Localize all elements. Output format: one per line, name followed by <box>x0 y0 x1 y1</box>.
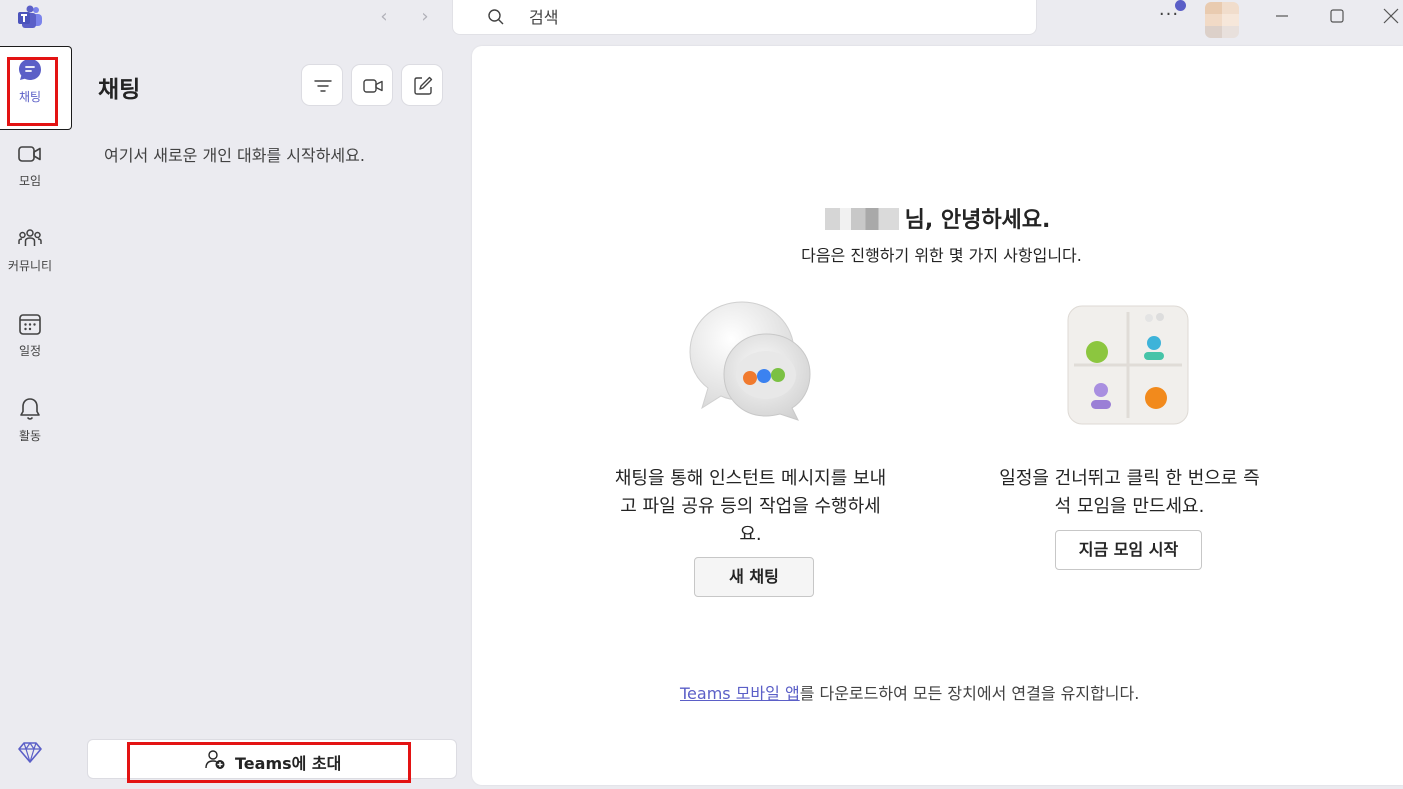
search-icon <box>488 9 504 25</box>
rail-label: 모임 <box>18 174 42 188</box>
community-icon <box>18 229 42 246</box>
app-rail: 채팅 모임 커뮤니티 일정 활동 <box>0 36 72 789</box>
search-input[interactable] <box>529 5 1009 29</box>
chat-card-line: 요. <box>739 524 762 545</box>
meet-now-cta-button[interactable]: 지금 모임 시작 <box>1055 530 1202 570</box>
rail-item-meetings[interactable]: 모임 <box>0 131 72 215</box>
new-chat-button[interactable] <box>401 64 443 106</box>
teams-logo-icon[interactable] <box>17 5 43 29</box>
subtitle: 다음은 진행하기 위한 몇 가지 사항입니다. <box>801 246 1082 265</box>
mobile-app-link[interactable]: Teams 모바일 앱 <box>680 684 800 703</box>
pane-title: 채팅 <box>98 77 141 103</box>
avatar[interactable] <box>1205 2 1239 38</box>
title-bar: ‹ › ··· <box>0 0 1403 38</box>
minimize-icon[interactable] <box>1267 4 1297 28</box>
rail-label: 채팅 <box>18 90 42 104</box>
close-icon[interactable] <box>1376 4 1403 28</box>
rail-label: 일정 <box>18 344 42 358</box>
greeting-text: 님, 안녕하세요. <box>904 208 1051 233</box>
redacted-user-name <box>824 208 899 230</box>
chat-card-description: 채팅을 통해 인스턴트 메시지를 보내 고 파일 공유 등의 작업을 수행하세 … <box>582 465 919 549</box>
rail-item-calendar[interactable]: 일정 <box>0 301 72 385</box>
chat-card-line: 고 파일 공유 등의 작업을 수행하세 <box>620 496 881 517</box>
mobile-app-note: Teams 모바일 앱를 다운로드하여 모든 장치에서 연결을 유지합니다. <box>680 680 1139 704</box>
chat-icon <box>19 59 41 80</box>
add-person-icon <box>205 750 225 769</box>
calendar-icon <box>19 314 41 335</box>
chat-card-line: 채팅을 통해 인스턴트 메시지를 보내 <box>614 468 887 489</box>
chat-list-pane: 채팅 여기서 새로운 개인 대화를 시작하세요. Teams에 초대 <box>72 36 470 789</box>
rail-item-activity[interactable]: 활동 <box>0 386 72 470</box>
meeting-card-line: 석 모임을 만드세요. <box>1054 496 1205 517</box>
filter-button[interactable] <box>301 64 343 106</box>
diamond-icon[interactable] <box>17 739 43 765</box>
chat-illustration <box>689 301 811 421</box>
mobile-app-note-text: 를 다운로드하여 모든 장치에서 연결을 유지합니다. <box>799 684 1140 703</box>
greeting: 님, 안녕하세요. <box>472 202 1403 234</box>
meet-now-button[interactable] <box>351 64 393 106</box>
back-arrow-icon[interactable]: ‹ <box>373 6 395 28</box>
forward-arrow-icon[interactable]: › <box>414 6 436 28</box>
rail-item-community[interactable]: 커뮤니티 <box>0 216 72 300</box>
rail-item-chat[interactable]: 채팅 <box>0 46 72 130</box>
maximize-icon[interactable] <box>1322 4 1352 28</box>
meeting-card-line: 일정을 건너뛰고 클릭 한 번으로 즉 <box>999 468 1260 489</box>
notification-dot <box>1175 0 1186 11</box>
invite-to-teams-button[interactable]: Teams에 초대 <box>87 739 457 779</box>
compose-icon <box>414 76 433 95</box>
new-chat-cta-button[interactable]: 새 채팅 <box>694 557 814 597</box>
bell-icon <box>20 398 40 420</box>
invite-label: Teams에 초대 <box>235 754 342 773</box>
video-icon <box>363 79 383 93</box>
main-panel: 님, 안녕하세요. 다음은 진행하기 위한 몇 가지 사항입니다. 채팅을 통해… <box>472 46 1403 785</box>
rail-label: 활동 <box>18 429 42 443</box>
filter-icon <box>314 80 332 92</box>
search-box[interactable] <box>452 0 1037 35</box>
empty-state-text: 여기서 새로운 개인 대화를 시작하세요. <box>104 146 365 165</box>
meeting-illustration <box>1067 305 1189 425</box>
meeting-card-description: 일정을 건너뛰고 클릭 한 번으로 즉 석 모임을 만드세요. <box>966 465 1293 521</box>
rail-label: 커뮤니티 <box>7 259 53 273</box>
video-icon <box>18 146 41 162</box>
